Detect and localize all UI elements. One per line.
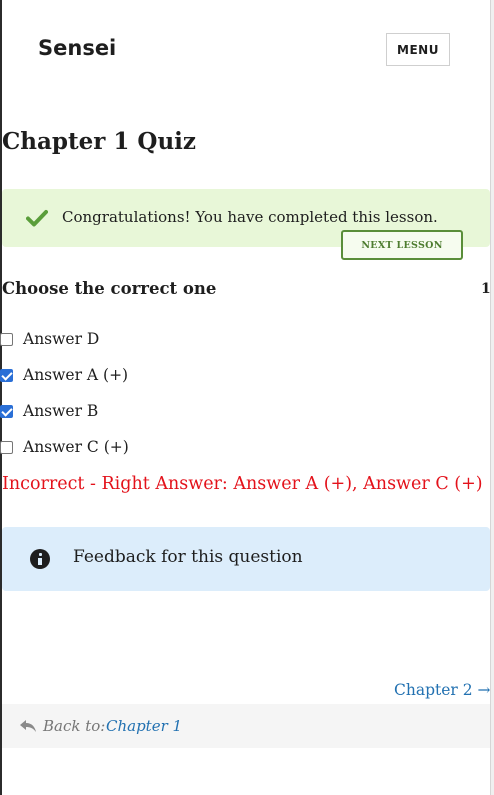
notice-message: Congratulations! You have completed this… — [62, 208, 438, 226]
answer-checkbox[interactable] — [0, 404, 13, 418]
question-title: Choose the correct one — [2, 279, 217, 298]
page-title: Chapter 1 Quiz — [2, 128, 196, 155]
answer-checkbox[interactable] — [0, 332, 13, 346]
question-feedback: Feedback for this question — [2, 527, 490, 591]
answer-label: Answer A (+) — [23, 366, 129, 384]
answer-label: Answer C (+) — [23, 438, 129, 456]
answer-option[interactable]: Answer A (+) — [0, 364, 128, 386]
answer-result-message: Incorrect - Right Answer: Answer A (+), … — [2, 474, 483, 494]
menu-button[interactable]: MENU — [386, 33, 450, 66]
back-prefix: Back to: — [43, 717, 106, 735]
answer-option[interactable]: Answer B — [0, 400, 98, 422]
answer-option[interactable]: Answer D — [0, 328, 99, 350]
info-icon — [30, 549, 50, 569]
back-to-chapter-link[interactable]: Chapter 1 — [106, 717, 182, 735]
answer-checkbox[interactable] — [0, 440, 13, 454]
answer-label: Answer D — [23, 330, 100, 348]
reply-arrow-icon — [19, 718, 37, 737]
answer-option[interactable]: Answer C (+) — [0, 436, 129, 458]
back-to-course-bar: Back to: Chapter 1 — [2, 704, 490, 748]
next-lesson-button[interactable]: NEXT LESSON — [341, 230, 463, 260]
scrollbar[interactable] — [490, 0, 494, 795]
answer-label: Answer B — [23, 402, 99, 420]
site-title[interactable]: Sensei — [38, 36, 116, 60]
answer-checkbox[interactable] — [0, 368, 13, 382]
checkmark-icon — [26, 209, 48, 231]
feedback-text: Feedback for this question — [73, 547, 303, 567]
left-window-edge — [0, 0, 2, 795]
question-grade: 1 — [481, 281, 491, 297]
next-chapter-link[interactable]: Chapter 2 → — [394, 681, 491, 699]
